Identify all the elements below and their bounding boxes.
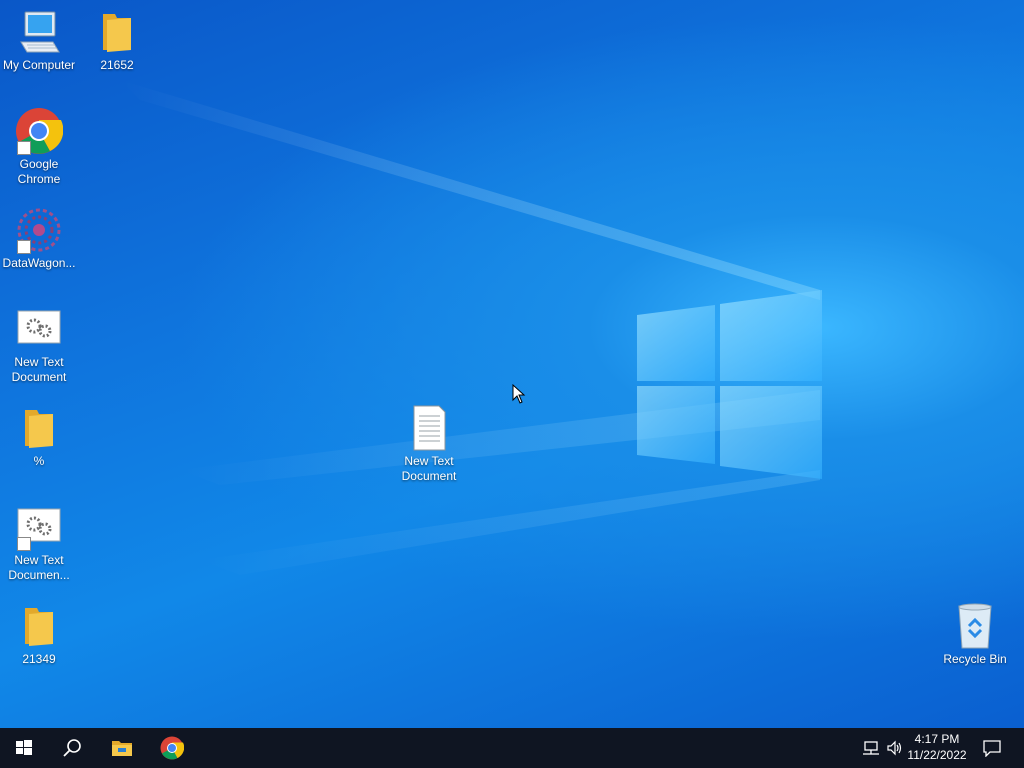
desktop-icon-label: 21652 [100,58,134,72]
folder-icon [15,404,63,452]
tray-clock[interactable]: 4:17 PM 11/22/2022 [902,731,972,763]
desktop-icon-label: DataWagon... [2,256,76,270]
mouse-cursor-icon [512,384,526,404]
recycle-bin-icon [951,602,999,650]
desktop-icon-label: New Text Document [401,454,457,483]
desktop-icon-label: Google Chrome [17,157,61,186]
desktop-icon-google-chrome[interactable]: Google Chrome [0,107,78,187]
shortcut-arrow-icon [17,537,31,551]
desktop-icon-datawagon[interactable]: DataWagon... [0,206,78,271]
computer-icon [15,8,63,56]
taskbar: 4:17 PM 11/22/2022 [0,728,1024,768]
chrome-icon [160,736,184,760]
desktop-icon-label: New Text Document [11,355,67,384]
file-explorer-icon [112,741,132,756]
text-document-icon [405,404,453,452]
search-icon [63,739,81,757]
chrome-icon [15,107,63,155]
desktop-icon-folder-21652[interactable]: 21652 [78,8,156,73]
folder-icon [93,8,141,56]
desktop-icon-folder-21349[interactable]: 21349 [0,602,78,667]
start-button[interactable] [0,728,48,768]
folder-icon [15,602,63,650]
shortcut-arrow-icon [17,240,31,254]
desktop-icon-new-text-document-1[interactable]: New Text Document [0,305,78,385]
settings-document-icon [15,503,63,551]
clock-time: 4:17 PM [914,732,960,746]
desktop-icon-label: My Computer [2,58,76,72]
desktop-icon-label: New Text Documen... [8,553,70,582]
shortcut-arrow-icon [17,141,31,155]
desktop-icon-folder-percent[interactable]: % [0,404,78,469]
taskbar-file-explorer[interactable] [98,728,146,768]
desktop[interactable]: My Computer 21652 Google Chrome DataWago… [0,0,1024,728]
notification-icon[interactable] [982,739,1002,757]
desktop-icon-new-text-document-3[interactable]: New Text Document [390,404,468,484]
desktop-icon-label: % [33,454,45,468]
desktop-icon-new-text-document-2[interactable]: New Text Documen... [0,503,78,583]
search-button[interactable] [48,728,96,768]
windows-wallpaper-logo [120,80,822,575]
desktop-icon-label: Recycle Bin [943,652,1007,666]
datawagon-icon [15,206,63,254]
network-icon[interactable] [862,740,880,756]
desktop-icon-label: 21349 [22,652,56,666]
taskbar-chrome[interactable] [148,728,196,768]
clock-date: 11/22/2022 [907,748,967,762]
windows-start-icon [16,740,32,755]
desktop-icon-recycle-bin[interactable]: Recycle Bin [936,602,1014,667]
settings-document-icon [15,305,63,353]
desktop-icon-my-computer[interactable]: My Computer [0,8,78,73]
